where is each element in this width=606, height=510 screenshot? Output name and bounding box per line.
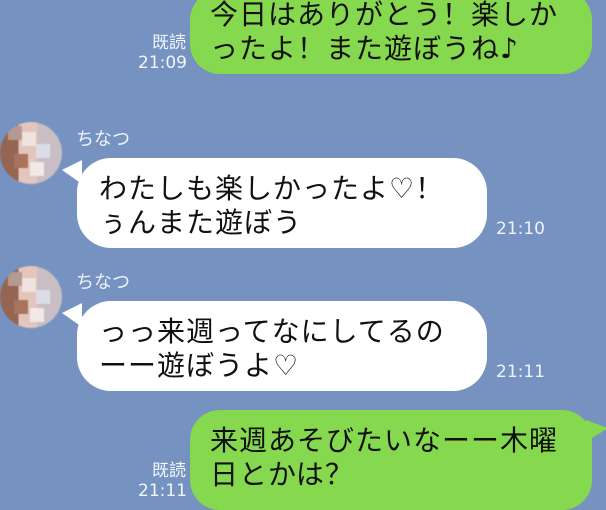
message-meta: 既読 21:09 [138, 33, 187, 73]
message-bubble[interactable]: わたしも楽しかったよ♡！ ぅんまた遊ぼう [77, 158, 487, 248]
message-time: 21:11 [496, 362, 545, 382]
message-bubble[interactable]: 今日はありがとう！楽しか ったよ！また遊ぼうね♪ [190, 0, 592, 74]
message-bubble[interactable]: っっ来週ってなにしてるの ーー遊ぼうよ♡ [77, 301, 487, 391]
bubble-tail [586, 420, 606, 442]
avatar[interactable] [0, 122, 62, 184]
message-bubble[interactable]: 来週あそびたいなーー木曜 日とかは？ [190, 410, 592, 510]
sender-name: ちなつ [76, 272, 130, 293]
message-meta: 既読 21:11 [138, 461, 187, 501]
message-time: 21:09 [138, 53, 187, 73]
message-time: 21:10 [496, 219, 545, 239]
sender-name: ちなつ [76, 129, 130, 150]
avatar[interactable] [0, 266, 62, 328]
message-time: 21:11 [138, 481, 187, 501]
read-receipt: 既読 [152, 33, 186, 53]
read-receipt: 既読 [152, 461, 186, 481]
